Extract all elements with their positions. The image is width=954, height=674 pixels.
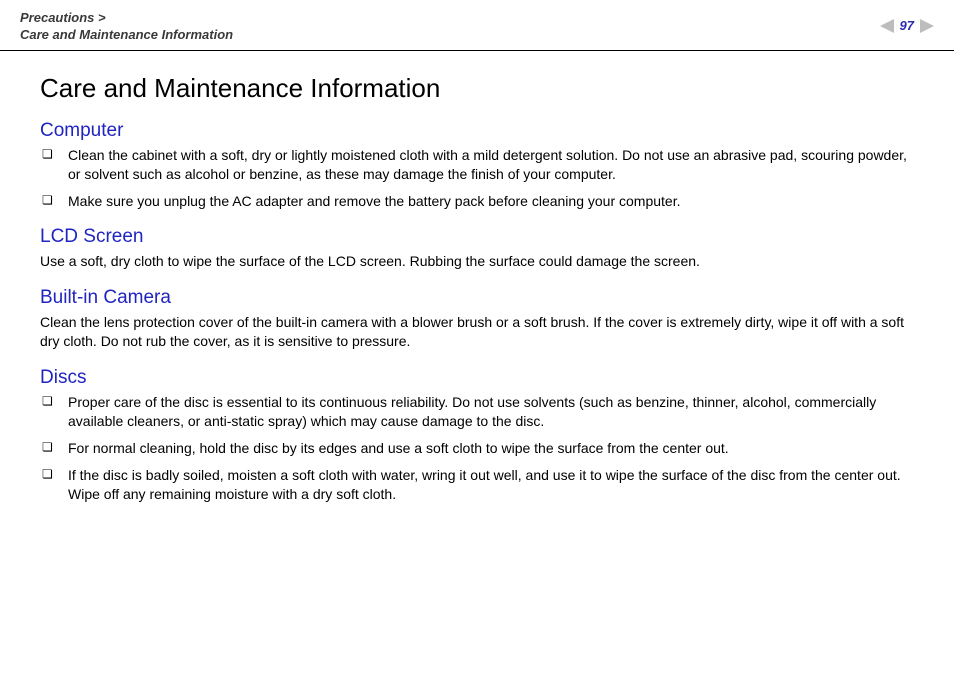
page-number: 97 <box>900 18 914 33</box>
breadcrumb-parent: Precautions > <box>20 10 233 27</box>
list-item: Make sure you unplug the AC adapter and … <box>40 192 914 211</box>
breadcrumb-current: Care and Maintenance Information <box>20 27 233 44</box>
list-item: For normal cleaning, hold the disc by it… <box>40 439 914 458</box>
section-heading-discs: Discs <box>40 367 914 389</box>
list-item: Clean the cabinet with a soft, dry or li… <box>40 146 914 184</box>
section-heading-camera: Built-in Camera <box>40 287 914 309</box>
document-page: Precautions > Care and Maintenance Infor… <box>0 0 954 674</box>
section-heading-computer: Computer <box>40 120 914 142</box>
paragraph-lcd: Use a soft, dry cloth to wipe the surfac… <box>40 252 914 271</box>
section-heading-lcd: LCD Screen <box>40 226 914 248</box>
pager: 97 <box>880 18 934 33</box>
paragraph-camera: Clean the lens protection cover of the b… <box>40 313 914 351</box>
next-page-icon[interactable] <box>920 19 934 33</box>
prev-page-icon[interactable] <box>880 19 894 33</box>
bullet-list-computer: Clean the cabinet with a soft, dry or li… <box>40 146 914 211</box>
list-item: If the disc is badly soiled, moisten a s… <box>40 466 914 504</box>
page-title: Care and Maintenance Information <box>40 73 914 104</box>
bullet-list-discs: Proper care of the disc is essential to … <box>40 393 914 503</box>
breadcrumb: Precautions > Care and Maintenance Infor… <box>20 10 233 44</box>
page-content: Care and Maintenance Information Compute… <box>0 51 954 532</box>
page-header: Precautions > Care and Maintenance Infor… <box>0 0 954 51</box>
list-item: Proper care of the disc is essential to … <box>40 393 914 431</box>
